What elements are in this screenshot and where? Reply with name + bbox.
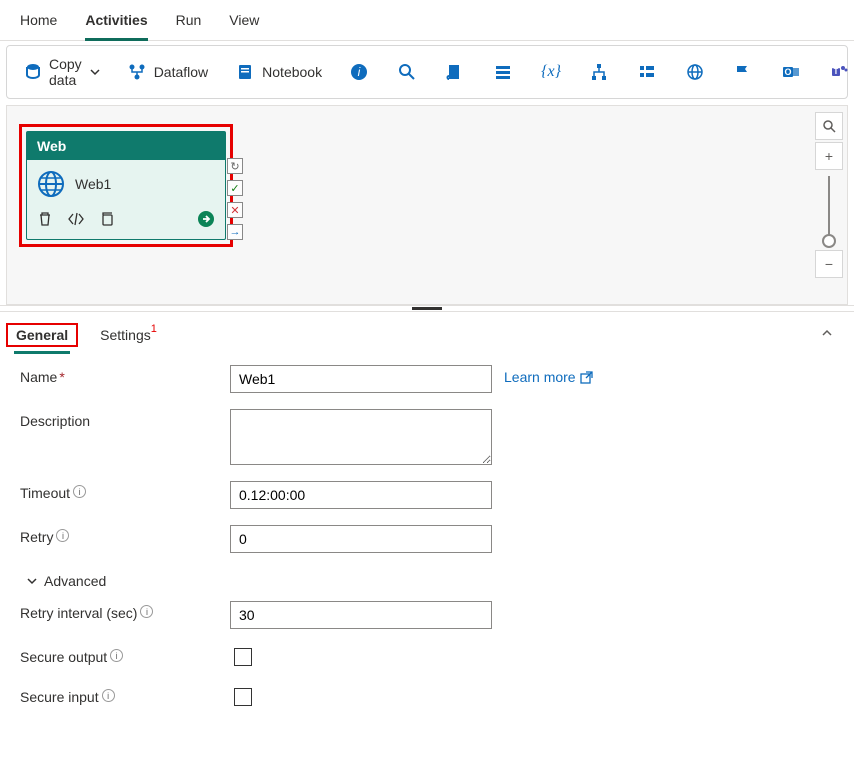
teams-button[interactable]: T — [822, 57, 854, 87]
secure-input-checkbox[interactable] — [234, 688, 252, 706]
zoom-slider[interactable] — [828, 176, 830, 246]
clone-icon[interactable] — [99, 211, 115, 230]
advanced-toggle[interactable]: Advanced — [20, 569, 834, 601]
description-input[interactable] — [230, 409, 492, 465]
branch-button[interactable] — [582, 57, 616, 87]
annotation-footnote: 1 — [151, 323, 157, 335]
web-activity-node[interactable]: Web Web1 ↻ ✓ ✕ → — [26, 131, 226, 240]
notebook-label: Notebook — [262, 64, 322, 80]
chevron-down-icon — [26, 575, 38, 587]
svg-text:O: O — [785, 67, 792, 77]
run-icon[interactable] — [197, 210, 215, 231]
search-icon — [396, 61, 418, 83]
dataflow-button[interactable]: Dataflow — [120, 57, 214, 87]
menu-tab-run[interactable]: Run — [176, 8, 202, 40]
web-activity-icon — [37, 170, 65, 198]
timeout-input[interactable] — [230, 481, 492, 509]
info-icon[interactable]: i — [56, 529, 69, 542]
variable-button[interactable]: {x} — [534, 57, 568, 87]
list-button[interactable] — [486, 57, 520, 87]
retry-input[interactable] — [230, 525, 492, 553]
outlook-button[interactable]: O — [774, 57, 808, 87]
variable-icon: {x} — [540, 61, 562, 83]
dataflow-label: Dataflow — [154, 64, 208, 80]
name-input[interactable] — [230, 365, 492, 393]
copy-data-icon — [23, 61, 43, 83]
refresh-connector-icon[interactable]: ↻ — [227, 158, 243, 174]
secure-output-label: Secure outputi — [20, 645, 230, 665]
tab-settings[interactable]: Settings — [98, 321, 153, 351]
collapse-pane-button[interactable] — [814, 320, 840, 349]
tab-general[interactable]: General — [14, 321, 70, 354]
learn-more-link[interactable]: Learn more — [504, 365, 593, 385]
fit-to-screen-button[interactable] — [815, 112, 843, 140]
globe-icon — [684, 61, 706, 83]
secure-input-label: Secure inputi — [20, 685, 230, 705]
svg-text:T: T — [834, 67, 839, 76]
external-link-icon — [580, 371, 593, 384]
retry-label: Retryi — [20, 525, 230, 545]
pipeline-canvas[interactable]: Web Web1 ↻ ✓ ✕ → + — [6, 105, 848, 305]
info-icon[interactable]: i — [140, 605, 153, 618]
svg-text:i: i — [358, 65, 361, 79]
activity-type-label: Web — [27, 132, 225, 160]
notebook-button[interactable]: Notebook — [228, 57, 328, 87]
zoom-in-button[interactable]: + — [815, 142, 843, 170]
main-menu: Home Activities Run View — [0, 0, 854, 41]
retry-interval-input[interactable] — [230, 601, 492, 629]
copy-data-label: Copy data — [49, 56, 84, 88]
info-button[interactable]: i — [342, 57, 376, 87]
menu-tab-activities[interactable]: Activities — [85, 8, 147, 41]
properties-pane: General Settings1 Name* Learn more Descr… — [0, 311, 854, 765]
copy-data-button[interactable]: Copy data — [17, 52, 106, 92]
zoom-controls: + − — [815, 112, 843, 280]
flag-button[interactable] — [726, 57, 760, 87]
notebook-icon — [234, 61, 256, 83]
form-button[interactable] — [630, 57, 664, 87]
info-icon[interactable]: i — [102, 689, 115, 702]
toolbar: Copy data Dataflow Notebook i {x} O T — [6, 45, 848, 99]
dataflow-icon — [126, 61, 148, 83]
success-connector-icon[interactable]: ✓ — [227, 180, 243, 196]
search-button[interactable] — [390, 57, 424, 87]
chevron-down-icon — [90, 64, 100, 80]
flag-icon — [732, 61, 754, 83]
branch-icon — [588, 61, 610, 83]
zoom-out-button[interactable]: − — [815, 250, 843, 278]
menu-tab-view[interactable]: View — [229, 8, 259, 40]
info-icon[interactable]: i — [73, 485, 86, 498]
name-label: Name* — [20, 365, 230, 385]
delete-icon[interactable] — [37, 211, 53, 230]
info-icon[interactable]: i — [110, 649, 123, 662]
script-icon — [444, 61, 466, 83]
script-button[interactable] — [438, 57, 472, 87]
fail-connector-icon[interactable]: ✕ — [227, 202, 243, 218]
outlook-icon: O — [780, 61, 802, 83]
retry-interval-label: Retry interval (sec)i — [20, 601, 230, 621]
code-icon[interactable] — [67, 211, 85, 230]
description-label: Description — [20, 409, 230, 429]
activity-name-label: Web1 — [75, 176, 111, 192]
secure-output-checkbox[interactable] — [234, 648, 252, 666]
teams-icon: T — [828, 61, 850, 83]
form-icon — [636, 61, 658, 83]
globe-button[interactable] — [678, 57, 712, 87]
timeout-label: Timeouti — [20, 481, 230, 501]
skip-connector-icon[interactable]: → — [227, 224, 243, 240]
list-icon — [492, 61, 514, 83]
info-icon: i — [348, 61, 370, 83]
menu-tab-home[interactable]: Home — [20, 8, 57, 40]
annotation-highlight-tab: General — [6, 323, 78, 347]
annotation-highlight: Web Web1 ↻ ✓ ✕ → — [19, 124, 233, 247]
